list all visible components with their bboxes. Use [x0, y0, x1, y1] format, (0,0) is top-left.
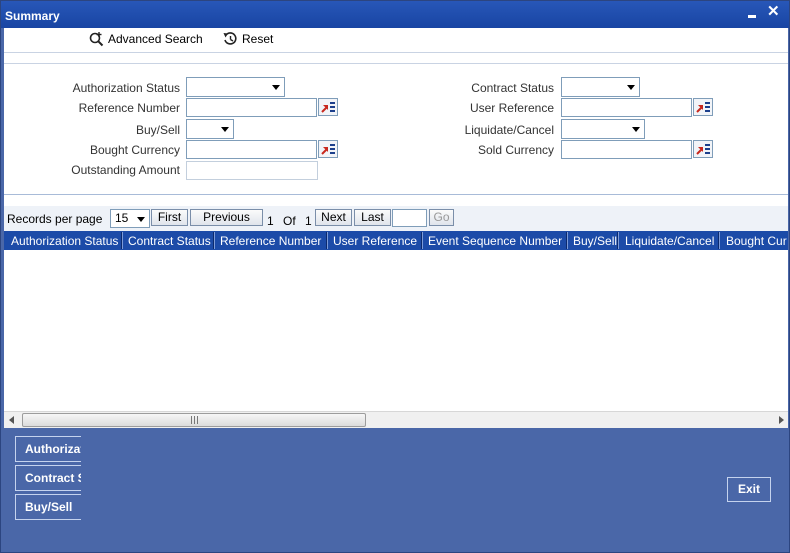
- grip-icon: [191, 416, 198, 424]
- records-per-page-label: Records per page: [7, 212, 103, 226]
- window-title: Summary: [5, 9, 60, 23]
- sold-currency-input[interactable]: [561, 140, 692, 159]
- authorization-status-select[interactable]: [186, 77, 285, 97]
- user-reference-label: User Reference: [469, 101, 554, 115]
- previous-page-button[interactable]: Previous: [190, 209, 263, 226]
- chevron-down-icon: [272, 85, 280, 90]
- buy-sell-label: Buy/Sell: [135, 123, 180, 137]
- search-panel: Advanced Search Reset Authorization Stat…: [4, 28, 788, 428]
- close-icon[interactable]: ✕: [767, 4, 780, 20]
- column-divider[interactable]: [718, 232, 720, 249]
- column-bought-currency[interactable]: Bought Cur: [726, 234, 787, 248]
- column-divider[interactable]: [121, 232, 123, 249]
- results-grid-header: Authorization Status Contract Status Ref…: [4, 231, 788, 250]
- reset-icon: [223, 32, 237, 45]
- bought-currency-label: Bought Currency: [89, 143, 180, 157]
- toolbar: Advanced Search Reset: [4, 28, 788, 52]
- buy-sell-select[interactable]: [186, 119, 234, 139]
- minimize-icon[interactable]: [746, 7, 758, 19]
- exit-button[interactable]: Exit: [727, 477, 771, 502]
- form-bottom-divider: [4, 194, 788, 195]
- list-of-values-icon: [696, 144, 710, 155]
- horizontal-scrollbar[interactable]: [4, 411, 788, 428]
- liquidate-cancel-select[interactable]: [561, 119, 645, 139]
- reset-button[interactable]: Reset: [222, 31, 273, 47]
- column-divider[interactable]: [617, 232, 619, 249]
- sold-currency-label: Sold Currency: [477, 143, 554, 157]
- reference-number-lov-button[interactable]: [318, 98, 338, 116]
- column-contract-status[interactable]: Contract Status: [128, 234, 211, 248]
- current-page: 1: [267, 214, 274, 228]
- contract-status-label: Contract Status: [471, 81, 554, 95]
- authorization-status-label: Authorization Status: [72, 81, 180, 95]
- page-number-input[interactable]: [392, 209, 427, 227]
- title-bar: Summary ✕: [1, 1, 789, 28]
- chevron-down-icon: [221, 127, 229, 132]
- records-per-page-value: 15: [115, 211, 129, 225]
- column-divider[interactable]: [421, 232, 423, 249]
- reset-label: Reset: [242, 32, 274, 46]
- list-of-values-icon: [321, 102, 335, 113]
- pagination-bar: Records per page 15 First Previous 1 Of …: [4, 206, 788, 231]
- column-user-reference[interactable]: User Reference: [333, 234, 417, 248]
- sold-currency-lov-button[interactable]: [693, 140, 713, 158]
- footer-authorization-status-button[interactable]: Authorizat: [15, 436, 81, 462]
- total-pages: 1: [305, 214, 312, 228]
- summary-window: Summary ✕ Advanced Search Reset Authoriz…: [0, 0, 790, 553]
- reference-number-label: Reference Number: [78, 101, 180, 115]
- liquidate-cancel-label: Liquidate/Cancel: [464, 123, 554, 137]
- search-plus-icon: [89, 32, 104, 47]
- column-buy-sell[interactable]: Buy/Sell: [573, 234, 617, 248]
- contract-status-select[interactable]: [561, 77, 640, 97]
- toolbar-divider: [4, 52, 788, 53]
- advanced-search-button[interactable]: Advanced Search: [88, 31, 203, 47]
- column-divider[interactable]: [213, 232, 215, 249]
- last-page-button[interactable]: Last: [354, 209, 391, 226]
- scroll-right-icon[interactable]: [779, 416, 784, 424]
- user-reference-input[interactable]: [561, 98, 692, 117]
- of-label: Of: [283, 214, 296, 228]
- chevron-down-icon: [627, 85, 635, 90]
- column-event-sequence-number[interactable]: Event Sequence Number: [428, 234, 562, 248]
- go-button[interactable]: Go: [429, 209, 454, 226]
- list-of-values-icon: [696, 102, 710, 113]
- footer-buy-sell-button[interactable]: Buy/Sell: [15, 494, 81, 520]
- list-of-values-icon: [321, 144, 335, 155]
- records-per-page-select[interactable]: 15: [110, 209, 150, 228]
- user-reference-lov-button[interactable]: [693, 98, 713, 116]
- bought-currency-lov-button[interactable]: [318, 140, 338, 158]
- advanced-search-label: Advanced Search: [108, 32, 203, 46]
- column-divider[interactable]: [326, 232, 328, 249]
- outstanding-amount-label: Outstanding Amount: [71, 163, 180, 177]
- column-divider[interactable]: [566, 232, 568, 249]
- bought-currency-input[interactable]: [186, 140, 317, 159]
- next-page-button[interactable]: Next: [315, 209, 352, 226]
- column-liquidate-cancel[interactable]: Liquidate/Cancel: [625, 234, 714, 248]
- chevron-down-icon: [632, 127, 640, 132]
- form-top-divider: [4, 63, 788, 64]
- column-authorization-status[interactable]: Authorization Status: [11, 234, 118, 248]
- first-page-button[interactable]: First: [151, 209, 188, 226]
- outstanding-amount-input[interactable]: [186, 161, 318, 180]
- footer-contract-status-button[interactable]: Contract S: [15, 465, 81, 491]
- column-reference-number[interactable]: Reference Number: [220, 234, 321, 248]
- scroll-left-icon[interactable]: [9, 416, 14, 424]
- reference-number-input[interactable]: [186, 98, 317, 117]
- chevron-down-icon: [137, 217, 145, 222]
- scrollbar-thumb[interactable]: [22, 413, 366, 427]
